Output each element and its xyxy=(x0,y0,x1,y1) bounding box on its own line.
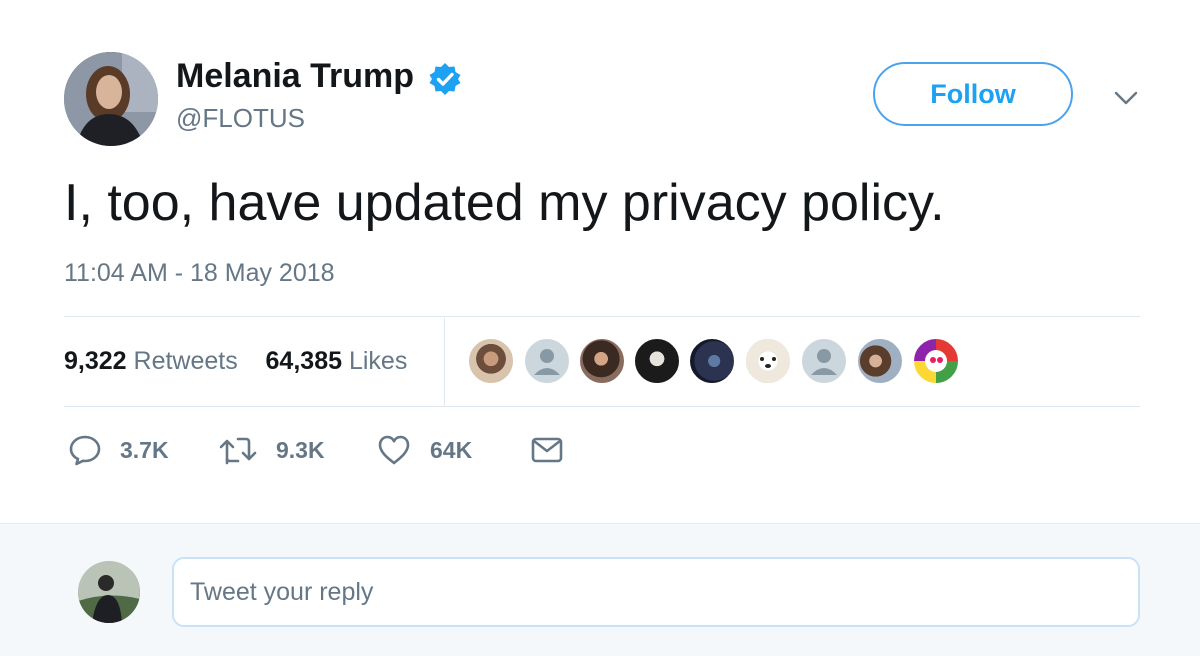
liker-avatar-default[interactable] xyxy=(524,338,570,384)
liker-avatar[interactable] xyxy=(634,338,680,384)
retweets-stat[interactable]: 9,322 Retweets xyxy=(64,347,238,375)
reply-input[interactable] xyxy=(172,557,1140,627)
tweet-header: Melania Trump @FLOTUS Follow xyxy=(0,0,1200,160)
reply-icon xyxy=(69,435,101,466)
likes-count: 64,385 xyxy=(265,347,342,375)
liker-avatar-default[interactable] xyxy=(801,338,847,384)
retweets-label: Retweets xyxy=(133,347,238,375)
author-handle[interactable]: @FLOTUS xyxy=(176,102,305,134)
direct-message-action[interactable] xyxy=(530,424,564,476)
liker-avatar[interactable] xyxy=(857,338,903,384)
reply-count: 3.7K xyxy=(120,436,169,463)
retweet-count: 9.3K xyxy=(276,436,325,463)
retweet-action[interactable]: 9.3K xyxy=(218,424,325,476)
liker-avatar-dog[interactable] xyxy=(745,338,791,384)
like-count: 64K xyxy=(430,436,473,463)
likes-label: Likes xyxy=(348,347,408,375)
liker-avatar[interactable] xyxy=(468,338,514,384)
retweets-count: 9,322 xyxy=(64,347,127,375)
author-avatar[interactable] xyxy=(64,52,158,146)
heart-icon xyxy=(378,435,410,465)
liker-avatar[interactable] xyxy=(579,338,625,384)
author-name[interactable]: Melania Trump xyxy=(176,56,414,96)
tweet-stats: 9,322 Retweets 64,385 Likes xyxy=(64,318,1140,406)
tweet-text: I, too, have updated my privacy policy. xyxy=(64,174,945,232)
divider xyxy=(64,316,1140,317)
stats-separator xyxy=(444,318,445,406)
likes-stat[interactable]: 64,385 Likes xyxy=(266,347,408,375)
chevron-down-icon[interactable] xyxy=(1112,84,1140,112)
reply-action[interactable]: 3.7K xyxy=(68,424,169,476)
envelope-icon xyxy=(531,437,563,463)
retweet-icon xyxy=(219,437,257,465)
like-action[interactable]: 64K xyxy=(376,424,472,476)
stats-text: 9,322 Retweets 64,385 Likes xyxy=(64,344,407,378)
verified-badge-icon xyxy=(429,63,461,95)
reply-composer xyxy=(0,523,1200,656)
liker-avatar[interactable] xyxy=(689,338,735,384)
tweet-timestamp[interactable]: 11:04 AM - 18 May 2018 xyxy=(64,257,335,289)
liker-avatar-cartoon[interactable] xyxy=(913,338,959,384)
current-user-avatar[interactable] xyxy=(78,561,140,623)
divider xyxy=(64,406,1140,407)
follow-button[interactable]: Follow xyxy=(873,62,1073,126)
tweet-actions: 3.7K 9.3K 64K xyxy=(64,424,664,480)
